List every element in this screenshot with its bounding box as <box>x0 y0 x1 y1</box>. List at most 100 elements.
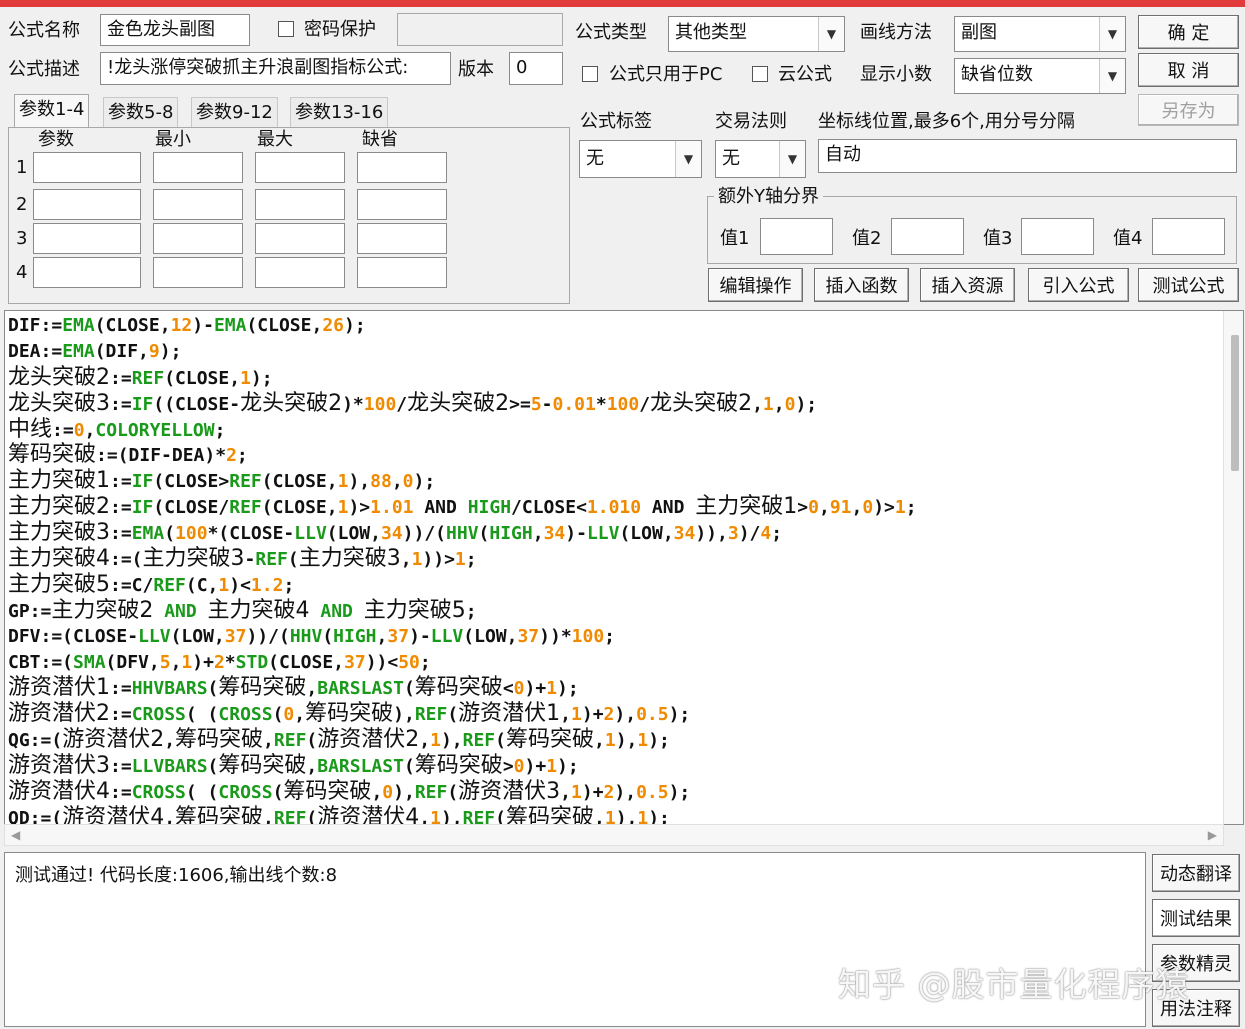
code-token: ); <box>668 782 691 804</box>
code-token: , <box>851 497 863 519</box>
param-4-max[interactable] <box>255 257 345 288</box>
coord-position-input[interactable]: 自动 <box>818 139 1237 173</box>
code-token: , <box>170 651 182 673</box>
param-2-min[interactable] <box>153 189 243 220</box>
decimal-select[interactable]: 缺省位数 ▼ <box>954 58 1126 94</box>
code-token: 1.2 <box>250 574 284 596</box>
param-2-default[interactable] <box>357 189 447 220</box>
code-token: (CLOSE, <box>246 315 323 336</box>
tab-params-13-16[interactable]: 参数13-16 <box>290 97 389 127</box>
code-token: )- <box>409 625 431 647</box>
import-formula-button[interactable]: 引入公式 <box>1028 268 1129 302</box>
cancel-button[interactable]: 取 消 <box>1138 53 1239 87</box>
code-token: BARSLAST <box>317 756 404 778</box>
tab-params-1-4[interactable]: 参数1-4 <box>14 94 90 128</box>
code-token: ), <box>615 730 638 752</box>
code-token: 1 <box>637 807 649 825</box>
code-token: ), <box>393 782 415 804</box>
code-token: DFV:=( <box>8 625 74 647</box>
y-value-3-input[interactable] <box>1021 218 1094 255</box>
code-token: CLOSE- <box>73 625 139 647</box>
param-3-name[interactable] <box>33 223 141 254</box>
y-value-1-input[interactable] <box>760 218 833 255</box>
param-4-min[interactable] <box>153 257 243 288</box>
cloud-checkbox[interactable] <box>752 66 768 82</box>
code-token: 1 <box>546 756 558 778</box>
code-token: 筹码突破 <box>175 804 264 825</box>
formula-type-select[interactable]: 其他类型 ▼ <box>668 16 845 52</box>
y-value-2-input[interactable] <box>891 218 964 255</box>
vertical-scrollbar[interactable] <box>1223 311 1243 824</box>
code-token: ; <box>604 625 616 647</box>
param-4-name[interactable] <box>33 257 141 288</box>
param-3-default[interactable] <box>357 223 447 254</box>
scrollbar-thumb[interactable] <box>1231 335 1239 471</box>
param-3-max[interactable] <box>255 223 345 254</box>
chevron-down-icon[interactable]: ▼ <box>779 141 805 177</box>
code-token: REF <box>414 704 448 726</box>
tab-params-5-8[interactable]: 参数5-8 <box>103 97 179 127</box>
code-token: ( ( <box>185 704 219 726</box>
code-token: 1 <box>411 549 423 571</box>
code-token: 筹码突破 <box>175 727 264 753</box>
code-editor[interactable]: DIF:=EMA(CLOSE,12)-EMA(CLOSE,26); DEA:=EM… <box>4 310 1244 825</box>
code-token: EMA <box>131 523 165 545</box>
code-token: := <box>110 678 132 700</box>
code-token: ); <box>557 678 579 700</box>
horizontal-scrollbar[interactable]: ◀ ▶ <box>4 824 1224 846</box>
code-token: 中线 <box>8 416 53 442</box>
formula-tag-label: 公式标签 <box>580 111 652 132</box>
save-as-button[interactable]: 另存为 <box>1138 94 1239 126</box>
password-input[interactable] <box>397 13 563 46</box>
formula-type-value: 其他类型 <box>675 22 747 43</box>
code-token: , <box>376 625 388 647</box>
code-token: (LOW, <box>170 625 225 647</box>
code-token: REF <box>229 471 262 493</box>
code-token: ; <box>465 549 477 571</box>
code-token: 91 <box>829 497 852 519</box>
ok-button[interactable]: 确 定 <box>1138 15 1239 49</box>
insert-resource-button[interactable]: 插入资源 <box>920 268 1015 302</box>
param-1-max[interactable] <box>255 152 345 183</box>
code-line: 主力突破5:=C/REF(C,1)<1.2; <box>8 572 917 598</box>
insert-function-button[interactable]: 插入函数 <box>814 268 909 302</box>
code-token: (CLOSE> <box>153 471 230 493</box>
param-1-default[interactable] <box>357 152 447 183</box>
param-2-name[interactable] <box>33 189 141 220</box>
code-token: ); <box>159 340 182 362</box>
edit-operation-button[interactable]: 编辑操作 <box>708 268 803 302</box>
code-token: 主力突破4 <box>207 597 310 623</box>
code-token: 34 <box>380 523 403 545</box>
pc-only-checkbox[interactable] <box>582 66 598 82</box>
chevron-down-icon[interactable]: ▼ <box>818 17 844 51</box>
test-result-button[interactable]: 测试结果 <box>1152 899 1240 937</box>
formula-tag-select[interactable]: 无 ▼ <box>579 140 702 178</box>
y-value-4-input[interactable] <box>1152 218 1225 255</box>
scroll-right-icon[interactable]: ▶ <box>1208 828 1217 842</box>
code-token: ( <box>322 625 334 647</box>
draw-method-select[interactable]: 副图 ▼ <box>954 16 1126 52</box>
trade-rule-select[interactable]: 无 ▼ <box>715 140 806 178</box>
version-input[interactable]: 0 <box>509 52 563 85</box>
password-checkbox[interactable] <box>278 21 294 37</box>
param-4-default[interactable] <box>357 257 447 288</box>
param-3-min[interactable] <box>153 223 243 254</box>
code-token: SMA <box>73 651 106 673</box>
chevron-down-icon[interactable]: ▼ <box>675 141 701 177</box>
chevron-down-icon[interactable]: ▼ <box>1099 59 1125 93</box>
code-token: (LOW, <box>326 523 381 545</box>
code-token: CBT:=( <box>8 651 74 673</box>
test-formula-button[interactable]: 测试公式 <box>1138 268 1239 302</box>
formula-name-label: 公式名称 <box>8 20 80 41</box>
code-token: ), <box>393 704 415 726</box>
scroll-left-icon[interactable]: ◀ <box>11 828 20 842</box>
code-token: ( <box>403 756 415 778</box>
param-2-max[interactable] <box>255 189 345 220</box>
formula-desc-input[interactable]: !龙头涨停突破抓主升浪副图指标公式: <box>100 52 451 85</box>
chevron-down-icon[interactable]: ▼ <box>1099 17 1125 51</box>
dynamic-translate-button[interactable]: 动态翻译 <box>1152 854 1240 892</box>
param-1-name[interactable] <box>33 152 141 183</box>
param-1-min[interactable] <box>153 152 243 183</box>
formula-name-input[interactable]: 金色龙头副图 <box>100 14 250 46</box>
tab-params-9-12[interactable]: 参数9-12 <box>191 97 278 127</box>
